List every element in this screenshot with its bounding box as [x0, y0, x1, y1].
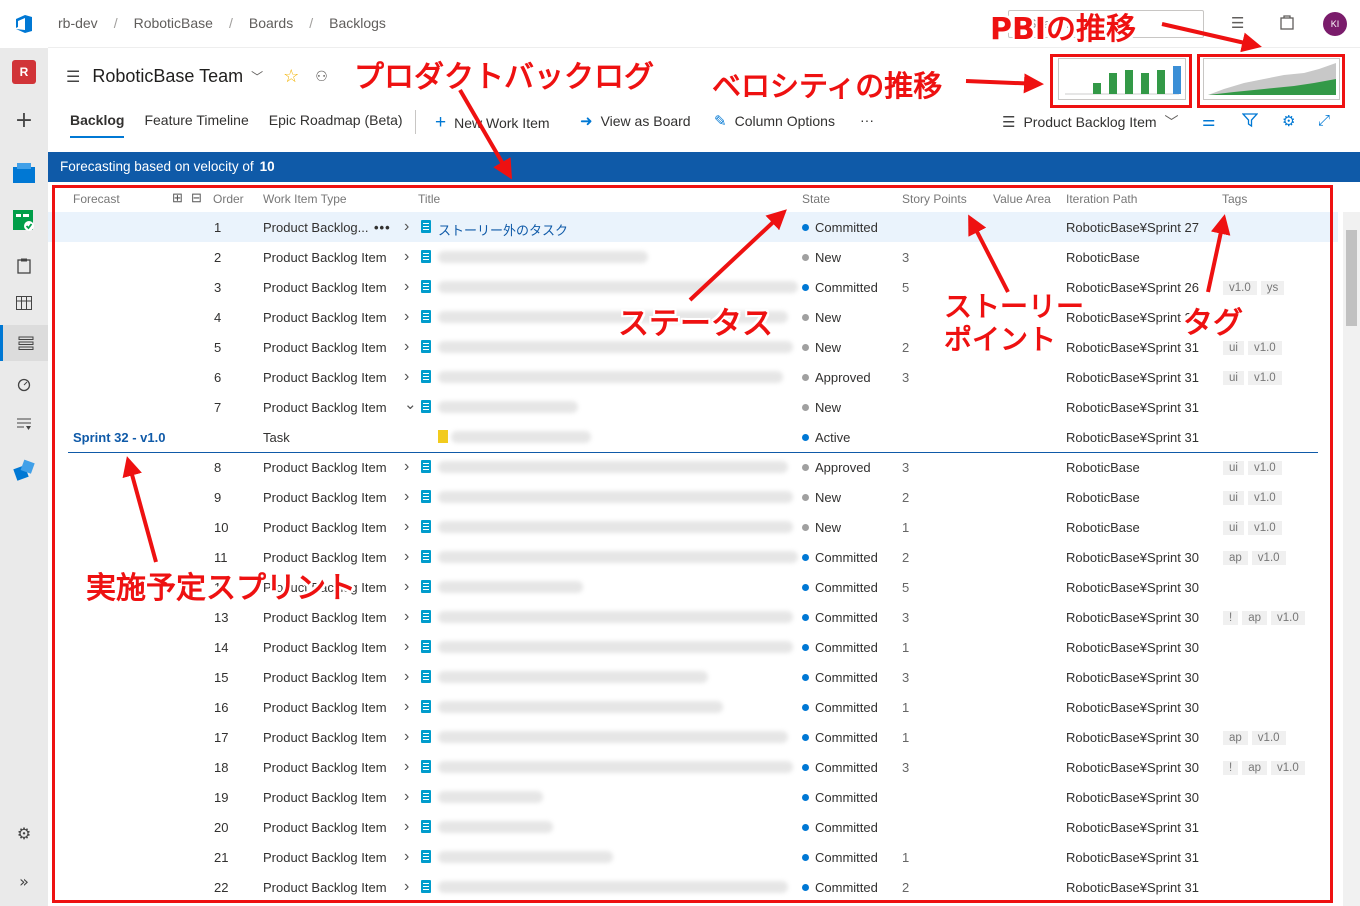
backlog-level-selector[interactable]: ☰ Product Backlog Item ﹀: [1002, 112, 1179, 132]
pbi-trend-highlight: [1197, 54, 1345, 108]
backlog-level-icon: ☰: [1002, 114, 1016, 131]
view-as-board-button[interactable]: ➜ View as Board: [580, 112, 691, 130]
expand-nav-icon[interactable]: »: [0, 863, 48, 899]
breadcrumb-org[interactable]: rb-dev: [58, 15, 98, 31]
settings-gear-icon[interactable]: ⚙: [1282, 112, 1295, 130]
annotation-tags: タグ: [1183, 306, 1243, 341]
team-header: ☰ RoboticBase Team ﹀ ☆ ⚇: [66, 66, 328, 87]
velocity-highlight: [1050, 54, 1192, 108]
queries-icon[interactable]: [0, 406, 48, 442]
annotation-velocity-trend: ベロシティの推移: [712, 69, 943, 103]
favorite-star-icon[interactable]: ☆: [283, 66, 299, 87]
breadcrumb-project[interactable]: RoboticBase: [134, 15, 213, 31]
view-options-icon[interactable]: ⚌: [1202, 112, 1215, 130]
breadcrumb: rb-dev / RoboticBase / Boards / Backlogs: [58, 15, 386, 31]
tab-epic-roadmap[interactable]: Epic Roadmap (Beta): [269, 112, 403, 138]
overview-icon[interactable]: [0, 155, 48, 191]
boards-icon[interactable]: [0, 285, 48, 321]
arrow-circle-icon: ➜: [580, 113, 593, 130]
project-settings-icon[interactable]: ⚙: [0, 815, 48, 851]
chevron-down-icon: ﹀: [1164, 114, 1179, 130]
scrollbar-thumb[interactable]: [1346, 230, 1357, 326]
more-actions-button[interactable]: ···: [860, 112, 874, 128]
fullscreen-expand-icon[interactable]: ⤢: [1318, 112, 1330, 129]
annotation-planned-sprint: 実施予定スプリント: [86, 571, 356, 606]
annotation-pbi-trend: PBIの推移: [990, 12, 1137, 47]
marketplace-bag-icon[interactable]: [1280, 14, 1294, 34]
filter-icon[interactable]: [1242, 112, 1258, 128]
tab-feature-timeline[interactable]: Feature Timeline: [144, 112, 248, 138]
velocity-value: 10: [259, 159, 275, 174]
backlog-tabs: Backlog Feature Timeline Epic Roadmap (B…: [70, 112, 423, 138]
wrench-icon: ✎: [714, 113, 727, 130]
product-backlog-highlight: [52, 185, 1333, 903]
azure-devops-logo-icon[interactable]: [0, 0, 48, 48]
backlog-list-icon: ☰: [66, 68, 81, 86]
new-work-item-button[interactable]: + New Work Item: [435, 112, 550, 134]
user-avatar[interactable]: KI: [1323, 12, 1347, 36]
annotation-story-points: ストーリー ポイント: [944, 290, 1085, 356]
annotation-product-backlog: プロダクトバックログ: [354, 60, 654, 95]
tab-backlog[interactable]: Backlog: [70, 112, 125, 138]
team-members-icon[interactable]: ⚇: [315, 68, 328, 85]
top-bar: rb-dev / RoboticBase / Boards / Backlogs ⌕ …: [48, 0, 1360, 48]
column-options-button[interactable]: ✎ Column Options: [714, 112, 835, 130]
left-nav-rail: R + ⚙ »: [0, 0, 48, 906]
task-list-icon[interactable]: ☰: [1231, 14, 1244, 32]
work-items-icon[interactable]: [0, 248, 48, 284]
sprints-icon[interactable]: [0, 366, 48, 402]
annotation-status: ステータス: [618, 306, 773, 342]
test-plans-icon[interactable]: [0, 452, 48, 488]
plus-icon: +: [435, 112, 447, 133]
backlogs-icon[interactable]: [0, 325, 48, 361]
team-title[interactable]: RoboticBase Team: [92, 66, 243, 87]
toolbar-divider: [415, 110, 416, 134]
add-icon[interactable]: +: [0, 102, 48, 138]
breadcrumb-backlogs[interactable]: Backlogs: [329, 15, 386, 31]
breadcrumb-boards[interactable]: Boards: [249, 15, 293, 31]
forecast-banner: Forecasting based on velocity of 10: [48, 152, 1360, 182]
project-switcher[interactable]: R: [0, 54, 48, 90]
vertical-scrollbar[interactable]: [1343, 212, 1360, 906]
boards-hub-icon[interactable]: [0, 203, 48, 239]
chevron-down-icon[interactable]: ﹀: [251, 68, 263, 85]
project-badge: R: [12, 60, 36, 84]
